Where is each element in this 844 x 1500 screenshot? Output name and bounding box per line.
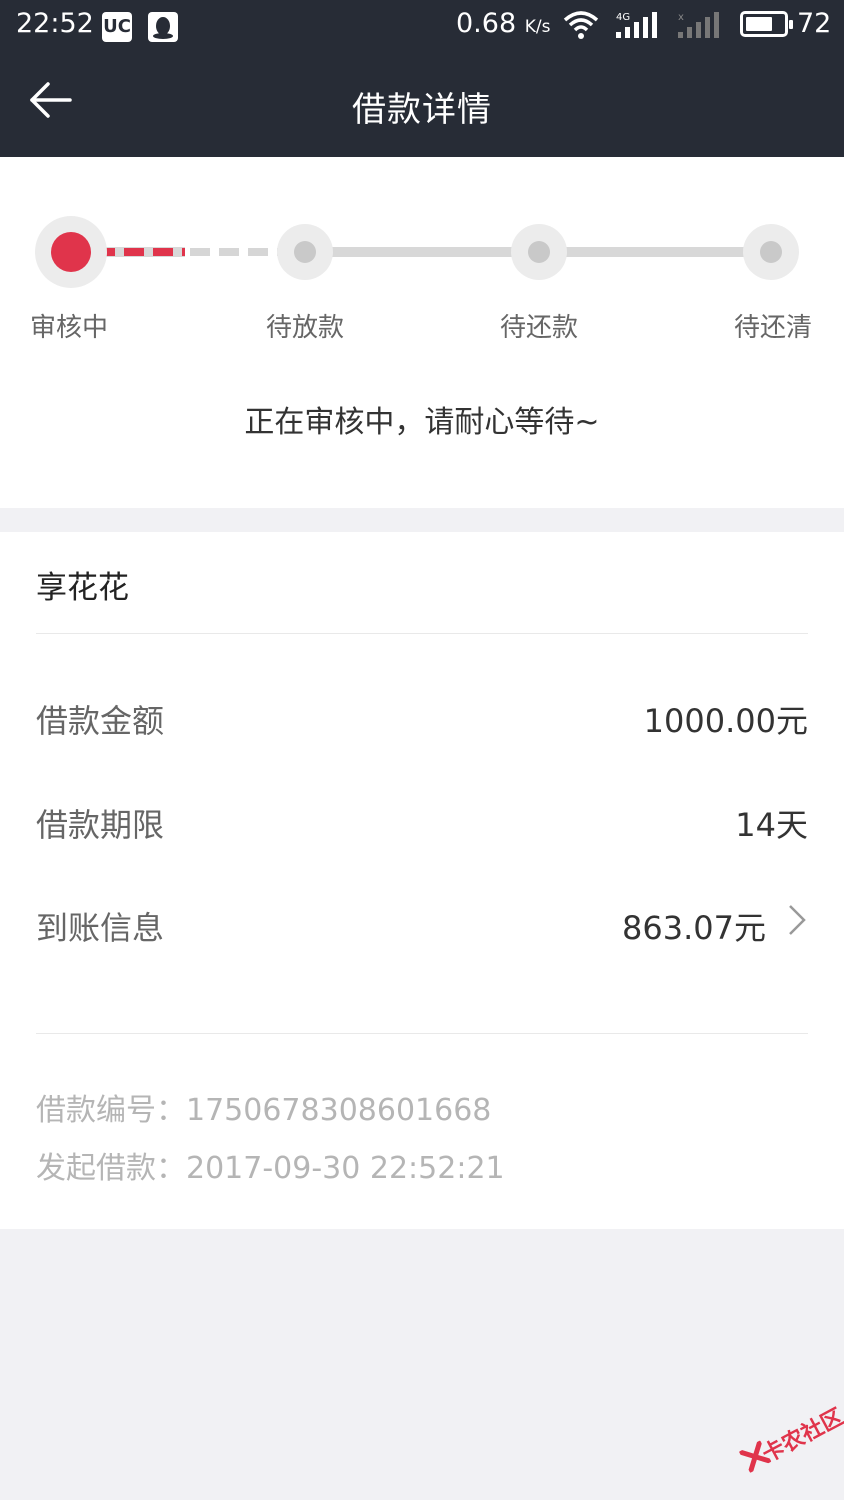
step-label-pending-disbursement: 待放款 [265,313,344,343]
signal-sim2-icon: x [676,10,722,44]
status-message: 正在审核中，请耐心等待~ [244,405,600,440]
step-label-pending-settlement: 待还清 [733,313,812,343]
uc-browser-icon: UC [102,12,132,42]
svg-text:x: x [678,12,684,23]
battery-level: 72 [797,8,832,39]
chevron-right-icon[interactable] [782,902,810,936]
svg-text:4G: 4G [616,12,630,23]
watermark-text: 卡农社区 [758,1404,844,1468]
divider [36,633,808,634]
wifi-icon [563,10,599,44]
step-label-reviewing: 审核中 [29,313,108,343]
signal-4g-icon: 4G [614,10,660,44]
status-time: 22:52 [16,8,94,39]
loan-detail-card: 享花花 借款金额 1000.00元 借款期限 14天 到账信息 863.07元 … [0,532,844,1229]
loan-initiated-time: 发起借款：2017-09-30 22:52:21 [36,1151,505,1186]
qq-icon [148,12,178,42]
status-bar: 22:52 UC 0.68 K/s 4G x 72 [0,0,844,52]
progress-card: 审核中 待放款 待还款 待还清 正在审核中，请耐心等待~ [0,157,844,508]
arrival-info-value[interactable]: 863.07元 [622,903,766,949]
loan-amount-label: 借款金额 [36,702,165,740]
page-title: 借款详情 [352,90,492,130]
divider [36,1033,808,1034]
loan-term-label: 借款期限 [36,806,165,844]
loan-term-value: 14天 [735,806,808,844]
step-dot-pending-repayment [511,224,567,280]
step-label-pending-repayment: 待还款 [499,313,578,343]
product-name: 享花花 [36,570,129,606]
watermark-logo: 卡农社区 [731,1391,844,1500]
step-dot-reviewing [35,216,107,288]
step-dot-pending-settlement [743,224,799,280]
loan-number: 借款编号：1750678308601668 [36,1093,492,1128]
app-header: 借款详情 [0,52,844,157]
progress-dash-active [95,248,185,256]
step-dot-pending-disbursement [277,224,333,280]
network-speed: 0.68 K/s [456,8,551,39]
battery-icon [740,11,793,37]
arrival-info-label[interactable]: 到账信息 [36,903,164,949]
loan-amount-value: 1000.00元 [643,702,808,740]
progress-dash-pending [190,248,290,256]
